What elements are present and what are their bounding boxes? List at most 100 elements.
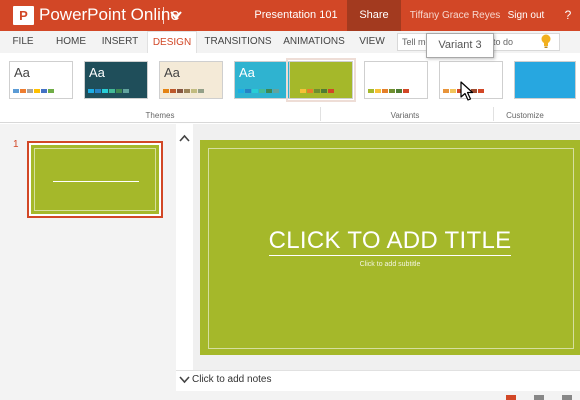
color-swatch bbox=[191, 89, 197, 93]
color-swatch bbox=[368, 89, 374, 93]
chevron-up-icon[interactable] bbox=[179, 134, 190, 142]
subtitle-placeholder[interactable]: Click to add subtitle bbox=[200, 261, 580, 268]
color-swatch bbox=[266, 89, 272, 93]
color-swatch bbox=[252, 89, 258, 93]
notes-placeholder[interactable]: Click to add notes bbox=[192, 374, 272, 385]
design-ribbon: Aa Aa Aa Aa Themes Variants Customize bbox=[0, 53, 580, 123]
color-swatch bbox=[123, 89, 129, 93]
theme-color-swatches bbox=[88, 89, 130, 93]
color-swatch bbox=[34, 89, 40, 93]
app-name[interactable]: PowerPoint Online bbox=[39, 4, 180, 26]
title-placeholder-text: CLICK TO ADD TITLE bbox=[268, 227, 512, 256]
color-swatch bbox=[375, 89, 381, 93]
color-swatch bbox=[109, 89, 115, 93]
theme-color-swatches bbox=[238, 89, 280, 93]
theme-sample-text: Aa bbox=[89, 65, 105, 80]
color-swatch bbox=[443, 89, 449, 93]
color-swatch bbox=[41, 89, 47, 93]
color-swatch bbox=[293, 89, 299, 93]
main-slide[interactable]: CLICK TO ADD TITLE Click to add subtitle bbox=[200, 140, 580, 355]
chevron-down-icon[interactable] bbox=[169, 8, 183, 22]
color-swatch bbox=[328, 89, 334, 93]
variant-1[interactable] bbox=[286, 58, 356, 102]
variant-tooltip: Variant 3 bbox=[426, 33, 494, 58]
title-placeholder[interactable]: CLICK TO ADD TITLE bbox=[200, 227, 580, 256]
chevron-down-icon[interactable] bbox=[179, 376, 190, 384]
color-swatch bbox=[48, 89, 54, 93]
notes-pane: Click to add notes bbox=[176, 370, 580, 390]
document-title[interactable]: Presentation 101 bbox=[250, 0, 342, 31]
slide-number: 1 bbox=[13, 139, 19, 150]
color-swatch bbox=[27, 89, 33, 93]
title-bar: P PowerPoint Online Presentation 101 Sha… bbox=[0, 0, 580, 31]
powerpoint-logo-icon[interactable]: P bbox=[13, 6, 34, 25]
status-bar bbox=[0, 391, 580, 400]
color-swatch bbox=[307, 89, 313, 93]
thumbnail-title-line bbox=[53, 181, 139, 182]
theme-color-swatches bbox=[13, 89, 55, 93]
theme-color-swatches bbox=[163, 89, 205, 93]
theme-sample-text: Aa bbox=[239, 65, 255, 80]
color-swatch bbox=[389, 89, 395, 93]
themes-group-label: Themes bbox=[145, 111, 175, 120]
theme-dark-teal[interactable]: Aa bbox=[84, 61, 148, 99]
color-swatch bbox=[177, 89, 183, 93]
tab-transitions[interactable]: TRANSITIONS bbox=[202, 31, 274, 53]
color-swatch bbox=[95, 89, 101, 93]
tab-file[interactable]: FILE bbox=[8, 31, 38, 53]
help-button[interactable]: ? bbox=[560, 0, 576, 31]
tab-animations[interactable]: ANIMATIONS bbox=[280, 31, 348, 53]
color-swatch bbox=[88, 89, 94, 93]
lightbulb-icon[interactable] bbox=[539, 33, 553, 49]
color-swatch bbox=[245, 89, 251, 93]
color-swatch bbox=[238, 89, 244, 93]
color-swatch bbox=[184, 89, 190, 93]
group-divider bbox=[320, 107, 321, 121]
tab-insert[interactable]: INSERT bbox=[99, 31, 141, 53]
color-swatch bbox=[102, 89, 108, 93]
variant-2[interactable] bbox=[364, 61, 428, 99]
variant-color-swatches bbox=[293, 89, 335, 93]
variant-color-swatches bbox=[368, 89, 410, 93]
group-divider bbox=[493, 107, 494, 121]
slide-thumbnail-preview bbox=[31, 145, 159, 214]
theme-office[interactable]: Aa bbox=[9, 61, 73, 99]
tab-home[interactable]: HOME bbox=[52, 31, 90, 53]
color-swatch bbox=[403, 89, 409, 93]
theme-sample-text: Aa bbox=[14, 65, 30, 80]
color-swatch bbox=[396, 89, 402, 93]
color-swatch bbox=[382, 89, 388, 93]
color-swatch bbox=[20, 89, 26, 93]
theme-sample-text: Aa bbox=[164, 65, 180, 80]
reading-view-icon[interactable] bbox=[562, 395, 572, 400]
logo-letter: P bbox=[19, 8, 28, 23]
color-swatch bbox=[13, 89, 19, 93]
user-name[interactable]: Tiffany Grace Reyes bbox=[404, 0, 506, 31]
color-swatch bbox=[450, 89, 456, 93]
thumbnail-frame bbox=[34, 148, 156, 211]
tab-view[interactable]: VIEW bbox=[354, 31, 390, 53]
share-button[interactable]: Share bbox=[347, 0, 401, 31]
variants-group-label: Variants bbox=[390, 111, 420, 120]
slide-sorter-icon[interactable] bbox=[534, 395, 544, 400]
pane-scroll-column bbox=[176, 124, 193, 400]
color-swatch bbox=[300, 89, 306, 93]
customize-group-label: Customize bbox=[506, 111, 544, 120]
title-divider bbox=[163, 7, 164, 24]
color-swatch bbox=[116, 89, 122, 93]
normal-view-icon[interactable] bbox=[506, 395, 516, 400]
color-swatch bbox=[259, 89, 265, 93]
slide-thumbnail[interactable] bbox=[27, 141, 163, 218]
variant-4[interactable] bbox=[514, 61, 576, 99]
color-swatch bbox=[170, 89, 176, 93]
theme-paper[interactable]: Aa bbox=[159, 61, 223, 99]
mouse-cursor-icon bbox=[460, 81, 474, 101]
color-swatch bbox=[314, 89, 320, 93]
tab-design[interactable]: DESIGN bbox=[147, 31, 197, 53]
color-swatch bbox=[163, 89, 169, 93]
color-swatch bbox=[273, 89, 279, 93]
slide-thumbnails-pane: 1 bbox=[0, 124, 176, 400]
color-swatch bbox=[198, 89, 204, 93]
color-swatch bbox=[321, 89, 327, 93]
sign-out-link[interactable]: Sign out bbox=[506, 0, 546, 31]
